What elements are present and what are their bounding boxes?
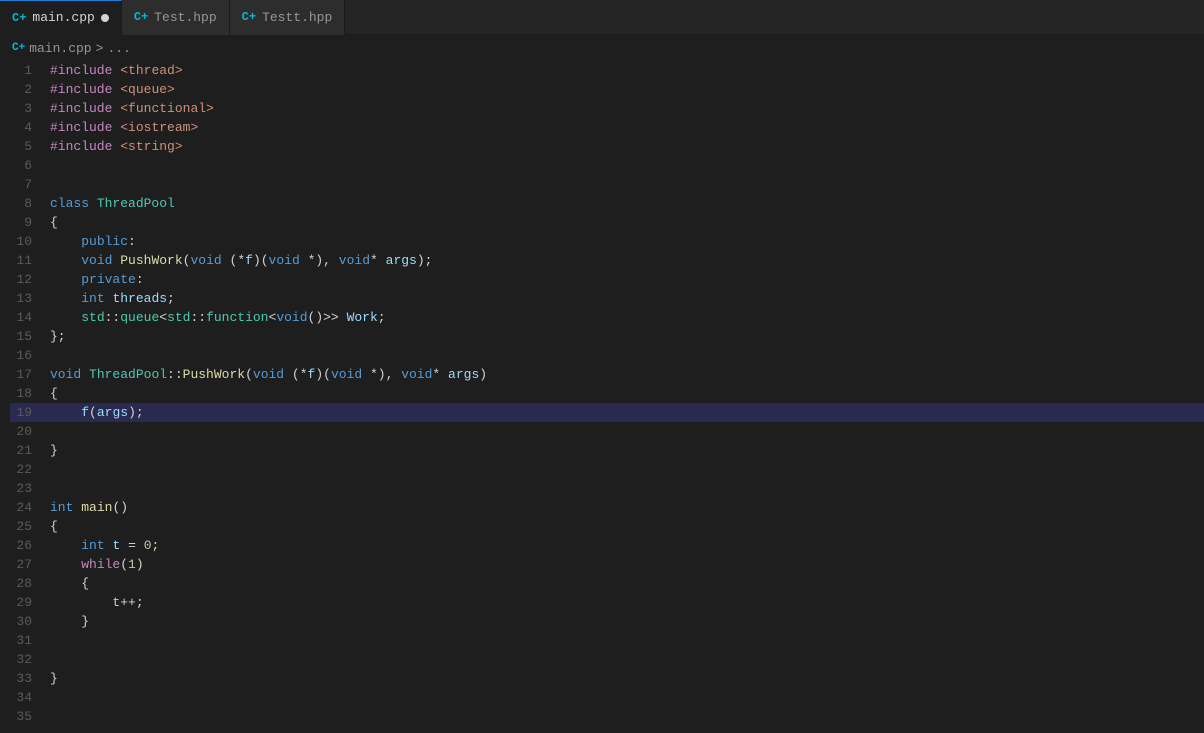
line-27: 27 while(1) <box>10 555 1204 574</box>
line-20: 20 <box>10 422 1204 441</box>
line-3: 3 #include <functional> <box>10 99 1204 118</box>
line-15: 15 }; <box>10 327 1204 346</box>
breadcrumb-rest: ... <box>107 41 130 56</box>
cpp-icon-2: C+ <box>134 10 148 24</box>
tab-bar: C+ main.cpp C+ Test.hpp C+ Testt.hpp <box>0 0 1204 35</box>
line-9: 9 { <box>10 213 1204 232</box>
line-19: 19 f(args); <box>10 403 1204 422</box>
breadcrumb-separator: > <box>96 41 104 56</box>
line-7: 7 <box>10 175 1204 194</box>
line-6: 6 <box>10 156 1204 175</box>
line-12: 12 private: <box>10 270 1204 289</box>
line-11: 11 void PushWork(void (*f)(void *), void… <box>10 251 1204 270</box>
line-21: 21 } <box>10 441 1204 460</box>
breadcrumb: C+ main.cpp > ... <box>0 35 1204 61</box>
line-31: 31 <box>10 631 1204 650</box>
line-25: 25 { <box>10 517 1204 536</box>
line-22: 22 <box>10 460 1204 479</box>
tab-testt-hpp[interactable]: C+ Testt.hpp <box>230 0 346 35</box>
line-17: 17 void ThreadPool::PushWork(void (*f)(v… <box>10 365 1204 384</box>
line-14: 14 std::queue<std::function<void()>> Wor… <box>10 308 1204 327</box>
line-29: 29 t++; <box>10 593 1204 612</box>
editor[interactable]: 1 #include <thread> 2 #include <queue> 3… <box>0 61 1204 733</box>
breadcrumb-file[interactable]: main.cpp <box>29 41 91 56</box>
line-23: 23 <box>10 479 1204 498</box>
tab-label-3: Testt.hpp <box>262 10 332 25</box>
tab-main-cpp[interactable]: C+ main.cpp <box>0 0 122 35</box>
line-2: 2 #include <queue> <box>10 80 1204 99</box>
line-1: 1 #include <thread> <box>10 61 1204 80</box>
line-34: 34 <box>10 688 1204 707</box>
line-24: 24 int main() <box>10 498 1204 517</box>
line-18: 18 { <box>10 384 1204 403</box>
tab-test-hpp[interactable]: C+ Test.hpp <box>122 0 230 35</box>
cpp-icon-3: C+ <box>242 10 256 24</box>
line-16: 16 <box>10 346 1204 365</box>
line-5: 5 #include <string> <box>10 137 1204 156</box>
code-area: 1 #include <thread> 2 #include <queue> 3… <box>0 61 1204 733</box>
breadcrumb-icon: C+ <box>12 42 25 54</box>
line-4: 4 #include <iostream> <box>10 118 1204 137</box>
line-8: 8 class ThreadPool <box>10 194 1204 213</box>
line-10: 10 public: <box>10 232 1204 251</box>
line-30: 30 } <box>10 612 1204 631</box>
line-33: 33 } <box>10 669 1204 688</box>
tab-label-1: main.cpp <box>32 10 94 25</box>
line-13: 13 int threads; <box>10 289 1204 308</box>
unsaved-dot-1 <box>101 14 109 22</box>
line-32: 32 <box>10 650 1204 669</box>
tab-label-2: Test.hpp <box>154 10 216 25</box>
cpp-icon-1: C+ <box>12 11 26 25</box>
line-26: 26 int t = 0; <box>10 536 1204 555</box>
line-28: 28 { <box>10 574 1204 593</box>
line-35: 35 <box>10 707 1204 726</box>
